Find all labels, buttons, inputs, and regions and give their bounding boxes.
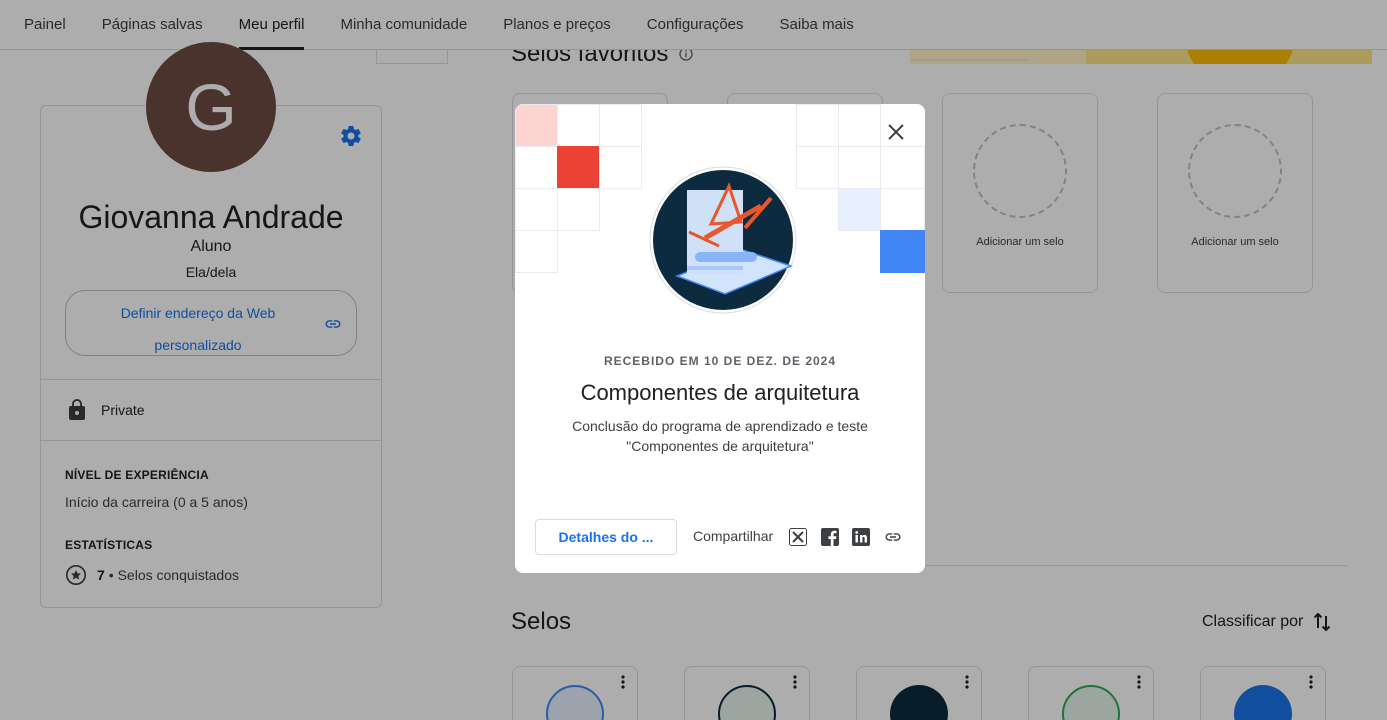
details-button[interactable]: Detalhes do ... [535,519,677,555]
badge-title: Componentes de arquitetura [580,380,860,405]
linkedin-icon[interactable] [852,528,870,546]
x-icon[interactable] [789,528,807,546]
link-icon[interactable] [883,528,903,546]
close-icon[interactable] [883,119,909,145]
received-date: RECEBIDO EM 10 DE DEZ. DE 2024 [603,354,837,368]
badge-description: Conclusão do programa de aprendizado e t… [572,418,868,454]
architecture-badge-icon [649,166,797,314]
badge-dialog: RECEBIDO EM 10 DE DEZ. DE 2024 Component… [515,104,925,573]
share-label: Compartilhar [693,528,774,544]
facebook-icon[interactable] [821,528,839,546]
